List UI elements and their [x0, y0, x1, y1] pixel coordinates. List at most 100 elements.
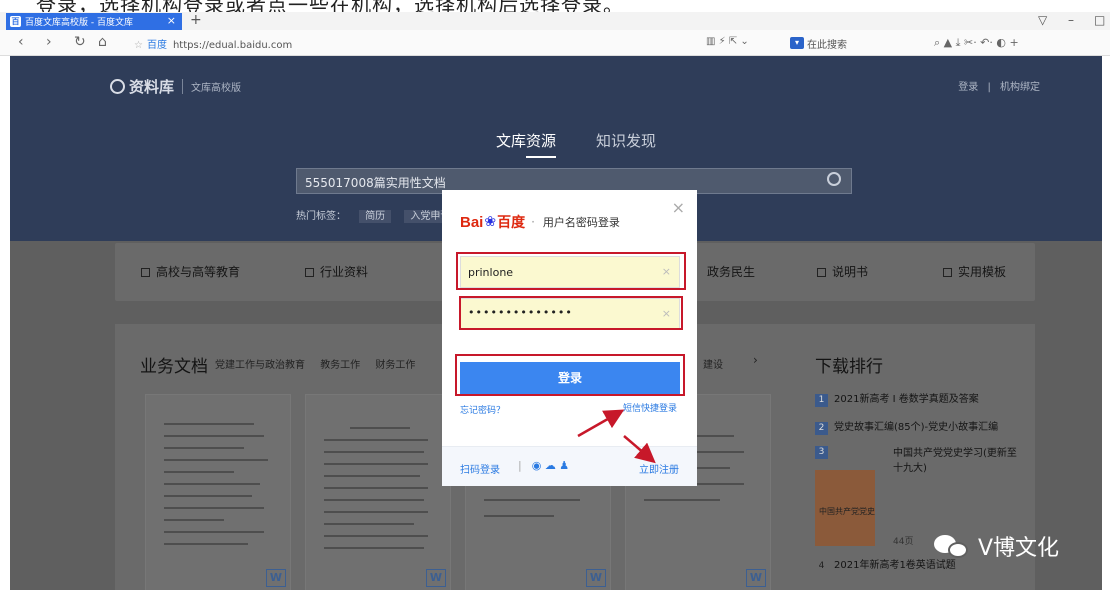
password-highlight-box — [459, 296, 683, 330]
logo-bai: Bai — [460, 213, 484, 231]
link-separator: | — [987, 82, 991, 93]
section-tab-academic[interactable]: 教务工作 — [320, 360, 360, 371]
book-title[interactable]: 中国共产党党史学习(更新至十九大) — [893, 446, 1023, 476]
top-links: 登录 | 机构绑定 — [958, 78, 1040, 93]
section-tab-construction[interactable]: 建设 — [703, 356, 723, 371]
word-doc-icon: W — [266, 569, 286, 587]
category-government[interactable]: 政务民生 — [707, 263, 755, 280]
wechat-watermark: V博文化 — [934, 530, 1059, 562]
screenshot-root: 登录，选择机构登录或者点一些在机构，选择机构后选择登录。 百 百度文库高校版 -… — [0, 0, 1110, 590]
doc-thumbnail[interactable]: W — [145, 394, 291, 590]
word-doc-icon: W — [746, 569, 766, 587]
baidu-favicon-icon: 百 — [10, 16, 21, 27]
logo-du: 百度 — [497, 215, 526, 231]
forgot-password-link[interactable]: 忘记密码？ — [460, 403, 505, 416]
modal-title: 用户名密码登录 — [542, 216, 620, 229]
logo-text: 资料库 — [129, 78, 175, 96]
search-placeholder: 在此搜索 — [807, 39, 847, 51]
social-separator: | — [518, 459, 522, 472]
rank-number: 4 — [818, 561, 825, 571]
book-cover-text: 中国共产党党史 — [819, 507, 875, 516]
category-manual[interactable]: 说明书 — [817, 263, 868, 280]
tab-knowledge-discovery[interactable]: 知识发现 — [596, 130, 656, 151]
window-menu-icon[interactable]: ▽ — [1038, 13, 1047, 27]
logo-subtitle: 文库高校版 — [182, 79, 241, 94]
ranking-item[interactable]: 1 2021新高考 I 卷数学真题及答案 — [815, 390, 979, 407]
category-templates[interactable]: 实用模板 — [943, 263, 1006, 280]
category-icon — [817, 268, 826, 277]
baidu-logo: Bai ❀ 百度 · 用户名密码登录 — [460, 212, 620, 232]
category-icon — [305, 268, 314, 277]
qr-login-link[interactable]: 扫码登录 — [460, 461, 500, 476]
browser-search-box[interactable]: ▾ 在此搜索 — [790, 35, 920, 51]
section-tab-party[interactable]: 党建工作与政治教育 — [215, 360, 305, 371]
chevron-right-icon[interactable]: › — [753, 353, 758, 367]
search-input-value: 555017008篇实用性文档 — [305, 176, 446, 190]
active-tab-underline — [526, 156, 556, 158]
ranking-item-number-3[interactable]: 3 — [815, 446, 834, 459]
forward-icon[interactable]: › — [46, 34, 52, 50]
bind-institution-link[interactable]: 机构绑定 — [1000, 82, 1040, 93]
category-industry[interactable]: 行业资料 — [305, 263, 368, 280]
baidu-paw-icon: ▾ — [790, 37, 804, 49]
hot-tags-label: 热门标签： — [296, 211, 346, 222]
browser-address-bar: ‹ › ↻ ⌂ ☆ 百度 https://edual.baidu.com ▥ ⚡ ⇱… — [0, 30, 1110, 56]
home-icon[interactable]: ⌂ — [98, 34, 107, 50]
rank-number: 1 — [815, 394, 828, 407]
site-logo[interactable]: 资料库 文库高校版 — [110, 76, 241, 97]
hot-tags: 热门标签： 简历 入党申请 — [296, 207, 457, 223]
title-dot: · — [531, 215, 535, 229]
register-link[interactable]: 立即注册 — [639, 461, 679, 476]
wechat-icon — [934, 533, 972, 559]
word-doc-icon: W — [426, 569, 446, 587]
category-icon — [141, 268, 150, 277]
category-label: 政务民生 — [707, 265, 756, 279]
tab-library-resources[interactable]: 文库资源 — [496, 130, 556, 151]
baidu-paw-icon: ❀ — [484, 214, 497, 230]
rank-text: 党史故事汇编(85个)-党史小故事汇编 — [834, 422, 999, 433]
window-minimize-icon[interactable]: – — [1068, 13, 1074, 27]
window-maximize-icon[interactable]: □ — [1094, 13, 1105, 27]
section-title: 业务文档 — [140, 357, 208, 377]
category-higher-education[interactable]: 高校与高等教育 — [141, 263, 240, 280]
tab-close-icon[interactable]: × — [167, 14, 176, 27]
rank-number: 2 — [815, 422, 828, 435]
search-icon[interactable] — [827, 172, 841, 186]
category-label: 说明书 — [832, 265, 869, 279]
modal-footer: 扫码登录 | ◉ ☁ ♟ 立即注册 — [442, 446, 697, 486]
social-login-icons: | ◉ ☁ ♟ — [518, 459, 569, 472]
doc-thumbnail[interactable]: W — [305, 394, 451, 590]
word-doc-icon: W — [586, 569, 606, 587]
browser-tab-active[interactable]: 百 百度文库高校版 - 百度文库 × — [6, 13, 182, 30]
section-tabs: 党建工作与政治教育 教务工作 财务工作 — [215, 356, 427, 371]
close-icon[interactable]: × — [672, 198, 685, 217]
username-highlight-box — [456, 252, 686, 290]
section-tab-finance[interactable]: 财务工作 — [375, 360, 415, 371]
back-icon[interactable]: ‹ — [18, 34, 24, 50]
book-cover[interactable]: 中国共产党党史 — [815, 470, 875, 546]
book-pages: 44页 — [893, 537, 914, 547]
login-link[interactable]: 登录 — [958, 82, 978, 93]
site-label: 百度 — [146, 40, 167, 51]
logo-mark-icon — [110, 79, 125, 94]
new-tab-button[interactable]: + — [190, 12, 202, 28]
bookmark-star-icon[interactable]: ☆ — [134, 40, 143, 51]
ranking-title: 下载排行 — [815, 357, 883, 377]
url-field[interactable]: ☆ 百度 https://edual.baidu.com — [134, 36, 292, 51]
login-modal: × Bai ❀ 百度 · 用户名密码登录 prinlone × ••••••••… — [442, 190, 697, 486]
hot-tag-resume[interactable]: 简历 — [359, 210, 392, 223]
url-text: https://edual.baidu.com — [172, 40, 293, 51]
category-label: 行业资料 — [320, 265, 369, 279]
ranking-item[interactable]: 2 党史故事汇编(85个)-党史小故事汇编 — [815, 418, 998, 435]
watermark-text: V博文化 — [978, 536, 1060, 561]
tab-title: 百度文库高校版 - 百度文库 — [25, 18, 133, 28]
weibo-wechat-qq-icon[interactable]: ◉ ☁ ♟ — [532, 459, 569, 472]
address-tools-icons[interactable]: ▥ ⚡ ⇱ ⌄ — [706, 36, 749, 47]
right-toolbar-icons[interactable]: ⌕ ▲ ⤓ ✂· ↶· ◐ + — [934, 36, 1019, 50]
category-icon — [943, 268, 952, 277]
caption-text: 登录，选择机构登录或者点一些在机构，选择机构后选择登录。 — [36, 0, 624, 12]
sms-login-link[interactable]: 短信快捷登录 — [623, 401, 677, 414]
browser-tab-bar: 百 百度文库高校版 - 百度文库 × + ▽ – □ — [0, 12, 1110, 30]
reload-icon[interactable]: ↻ — [74, 34, 86, 50]
category-label: 高校与高等教育 — [156, 265, 241, 279]
